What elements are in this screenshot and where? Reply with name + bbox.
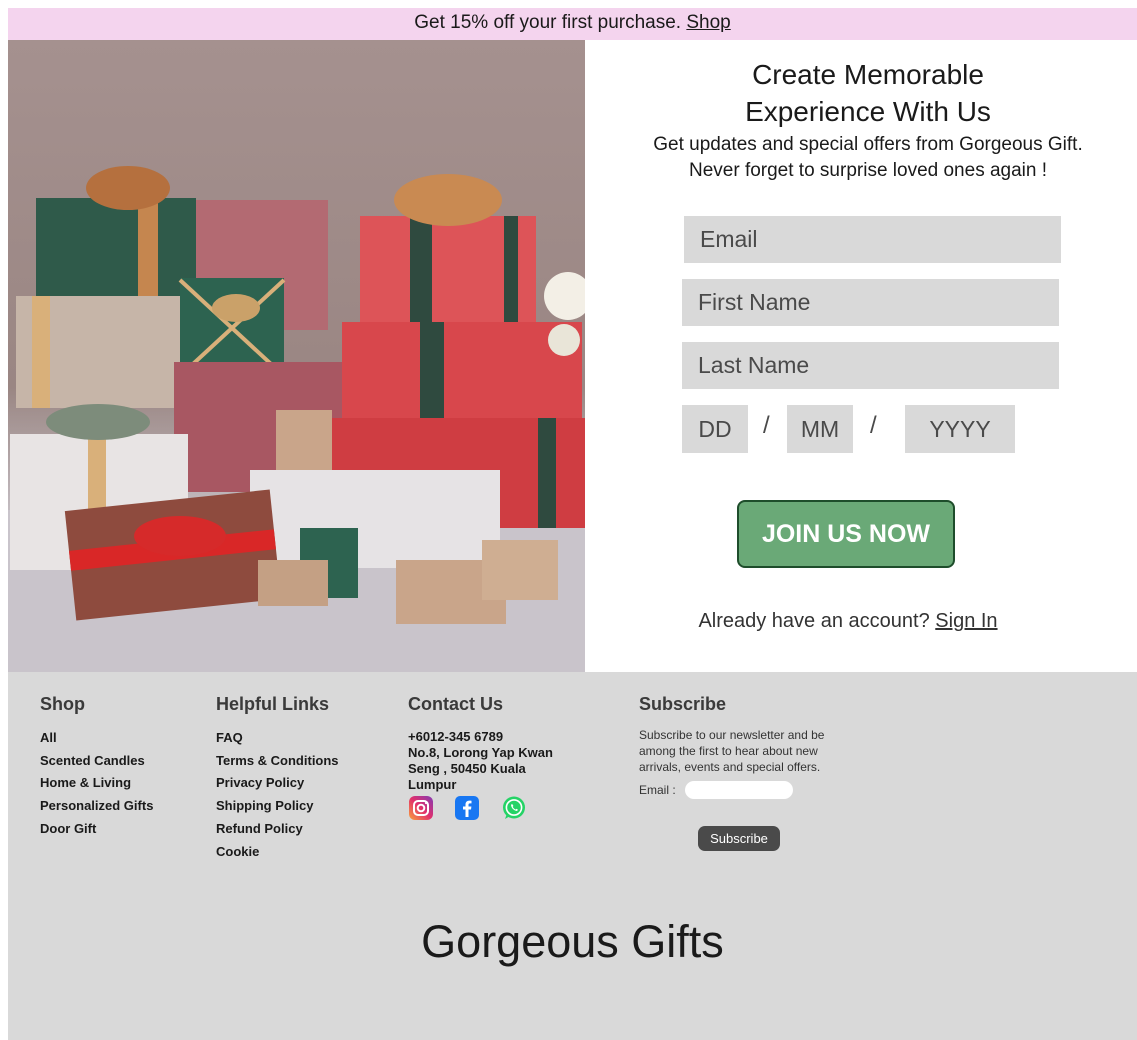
subscribe-email-label: Email :	[639, 783, 676, 797]
bow-red-top	[394, 174, 502, 226]
footer-contact-title: Contact Us	[408, 694, 504, 714]
signin-line: Already have an account? Sign In	[585, 610, 1111, 633]
footer-helpful-link[interactable]: Shipping Policy	[216, 795, 339, 818]
footer-shop-title: Shop	[40, 694, 85, 714]
signin-link[interactable]: Sign In	[935, 610, 997, 632]
dob-separator: /	[870, 412, 877, 439]
promo-bar: Get 15% off your first purchase. Shop	[8, 8, 1137, 40]
signup-title: Create Memorable Experience With Us	[745, 59, 991, 127]
dob-year-input[interactable]	[905, 405, 1015, 453]
whatsapp-icon[interactable]	[501, 795, 527, 821]
bow-white-box	[46, 404, 150, 440]
signup-panel: Create Memorable Experience With Us Get …	[585, 40, 1137, 672]
footer-shop-link[interactable]: Door Gift	[40, 818, 153, 841]
footer-subscribe-column: Subscribe Subscribe to our newsletter an…	[639, 694, 847, 851]
footer-shop-link[interactable]: Personalized Gifts	[40, 795, 153, 818]
instagram-icon[interactable]	[408, 795, 434, 821]
footer-helpful-link[interactable]: Cookie	[216, 841, 339, 864]
contact-address: No.8, Lorong Yap Kwan Seng , 50450 Kuala…	[408, 745, 553, 792]
footer-helpful-link[interactable]: Refund Policy	[216, 818, 339, 841]
subscribe-email-input[interactable]	[685, 781, 793, 799]
footer-helpful-link[interactable]: Terms & Conditions	[216, 750, 339, 773]
footer: Shop All Scented Candles Home & Living P…	[8, 672, 1137, 1040]
footer-shop-column: Shop All Scented Candles Home & Living P…	[40, 694, 153, 841]
dob-month-input[interactable]	[787, 405, 853, 453]
subscribe-button[interactable]: Subscribe	[698, 826, 780, 851]
kraft-box-front	[258, 560, 328, 606]
footer-shop-link[interactable]: All	[40, 727, 153, 750]
flower-right	[544, 272, 585, 320]
subscribe-description: Subscribe to our newsletter and be among…	[639, 728, 825, 774]
kraft-box-small	[276, 410, 332, 470]
kraft-box-right-small	[482, 540, 558, 600]
signin-prompt: Already have an account?	[698, 610, 930, 632]
first-name-input[interactable]	[682, 279, 1059, 326]
join-us-button[interactable]: JOIN US NOW	[737, 500, 955, 568]
dob-separator: /	[763, 412, 770, 439]
footer-helpful-column: Helpful Links FAQ Terms & Conditions Pri…	[216, 694, 339, 863]
brand-name: Gorgeous Gifts	[421, 916, 724, 967]
contact-phone: +6012-345 6789	[408, 729, 504, 744]
bow-left	[86, 166, 170, 210]
footer-contact-column: Contact Us +6012-345 6789 No.8, Lorong Y…	[408, 694, 568, 823]
dob-day-input[interactable]	[682, 405, 748, 453]
white-box-long	[250, 470, 500, 568]
signup-subtitle: Get updates and special offers from Gorg…	[653, 134, 1083, 181]
footer-helpful-link[interactable]: Privacy Policy	[216, 772, 339, 795]
last-name-input[interactable]	[682, 342, 1059, 389]
hero-gift-image	[8, 40, 585, 672]
footer-helpful-link[interactable]: FAQ	[216, 727, 339, 750]
gift-boxes-illustration	[8, 166, 585, 672]
footer-shop-link[interactable]: Scented Candles	[40, 750, 153, 773]
footer-subscribe-title: Subscribe	[639, 694, 727, 714]
bow-red-ribbon	[134, 516, 226, 556]
green-box-back	[36, 198, 196, 306]
email-input[interactable]	[684, 216, 1061, 263]
facebook-icon[interactable]	[454, 795, 480, 821]
footer-shop-link[interactable]: Home & Living	[40, 772, 153, 795]
subscribe-email-row: Email :	[639, 781, 847, 801]
promo-text: Get 15% off your first purchase.	[414, 12, 682, 33]
promo-shop-link[interactable]: Shop	[686, 12, 730, 33]
footer-helpful-title: Helpful Links	[216, 694, 330, 714]
social-icons	[408, 795, 568, 823]
